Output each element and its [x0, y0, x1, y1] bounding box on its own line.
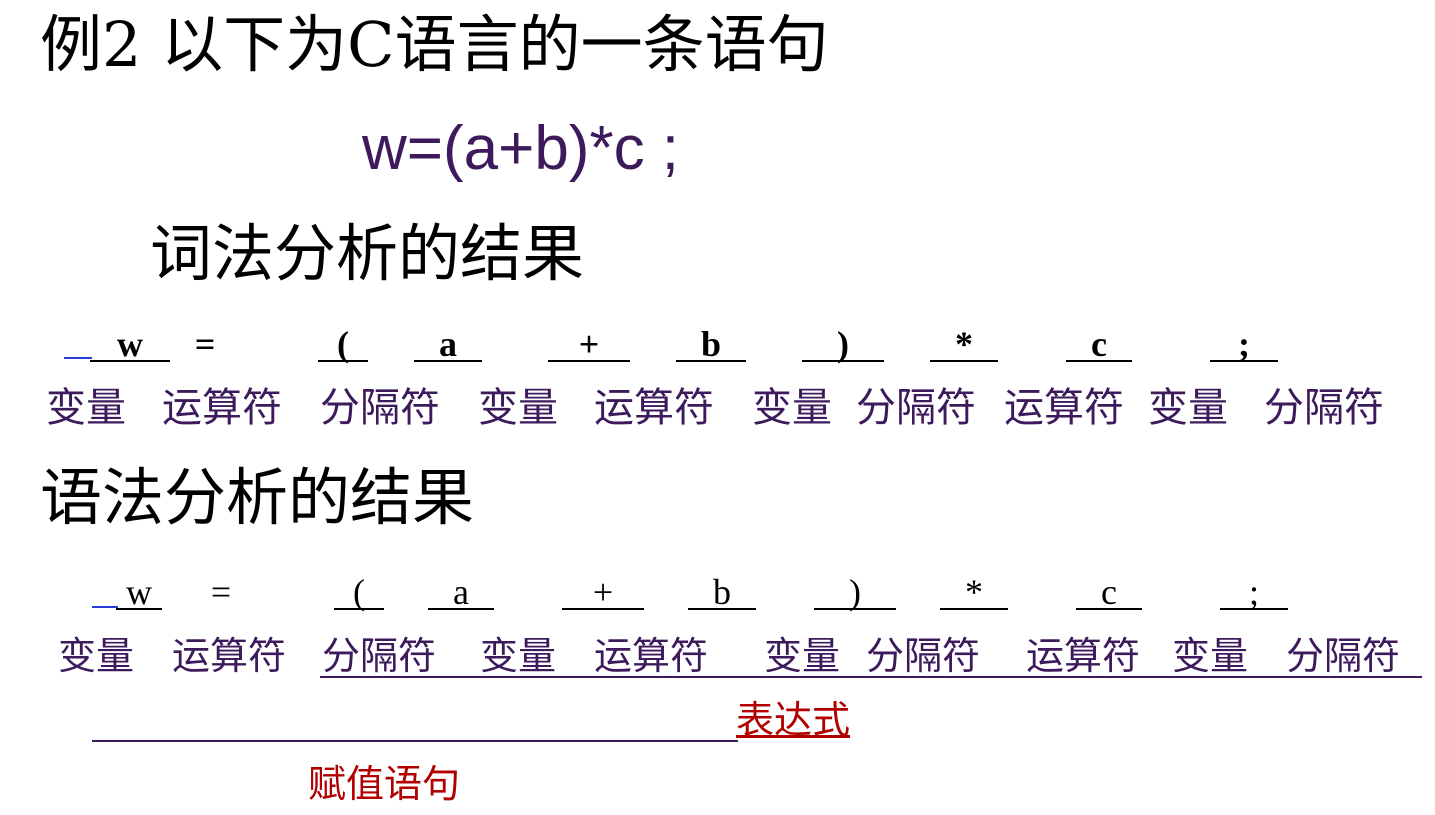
syntax-category: 分隔符: [866, 634, 981, 678]
lexical-token: ): [802, 324, 884, 364]
lexical-token: =: [194, 324, 216, 364]
syntax-category: 运算符: [1026, 634, 1141, 678]
lexical-category: 变量: [478, 385, 558, 431]
syntax-category: 变量: [1172, 634, 1249, 678]
syntax-category: 分隔符: [322, 634, 437, 678]
syntax-token: +: [562, 572, 644, 612]
syntax-category: 运算符: [594, 634, 709, 678]
syntax-category: 变量: [480, 634, 557, 678]
lexical-token: w: [90, 324, 170, 364]
lexical-category: 分隔符: [1264, 385, 1384, 431]
lexical-category: 运算符: [1004, 385, 1124, 431]
lexical-token: *: [930, 324, 998, 364]
lexical-category: 变量: [752, 385, 832, 431]
syntax-token: ;: [1220, 572, 1288, 612]
lexical-category: 变量: [1148, 385, 1228, 431]
syntax-token: (: [334, 572, 384, 612]
syntax-token: w: [116, 572, 162, 612]
lexical-category: 分隔符: [856, 385, 976, 431]
token-underline-accent: [64, 357, 92, 359]
lexical-token: ;: [1210, 324, 1278, 364]
code-statement: w=(a+b)*c ;: [362, 114, 680, 183]
lexical-token: (: [318, 324, 368, 364]
syntax-token: *: [940, 572, 1008, 612]
lexical-heading: 词法分析的结果: [150, 217, 585, 290]
lexical-token: c: [1066, 324, 1132, 364]
syntax-token: ): [814, 572, 896, 612]
token-underline-accent: [92, 606, 118, 608]
expression-bracket-line: [320, 676, 1422, 678]
lexical-category: 运算符: [594, 385, 714, 431]
lexical-token: +: [548, 324, 630, 364]
assignment-label: 赋值语句: [308, 762, 461, 806]
assignment-bracket-line: [92, 740, 738, 742]
lexical-token: b: [676, 324, 746, 364]
syntax-token: a: [428, 572, 494, 612]
syntax-token: =: [210, 572, 232, 612]
syntax-token: c: [1076, 572, 1142, 612]
slide-title: 例2 以下为C语言的一条语句: [40, 8, 829, 81]
lexical-category: 分隔符: [320, 385, 440, 431]
expression-label: 表达式: [736, 698, 851, 742]
syntax-heading: 语法分析的结果: [40, 461, 475, 534]
lexical-token: a: [414, 324, 482, 364]
syntax-token: b: [688, 572, 756, 612]
syntax-category: 分隔符: [1286, 634, 1401, 678]
syntax-category: 变量: [764, 634, 841, 678]
syntax-category: 运算符: [172, 634, 287, 678]
lexical-category: 运算符: [162, 385, 282, 431]
syntax-category: 变量: [58, 634, 135, 678]
lexical-category: 变量: [46, 385, 126, 431]
